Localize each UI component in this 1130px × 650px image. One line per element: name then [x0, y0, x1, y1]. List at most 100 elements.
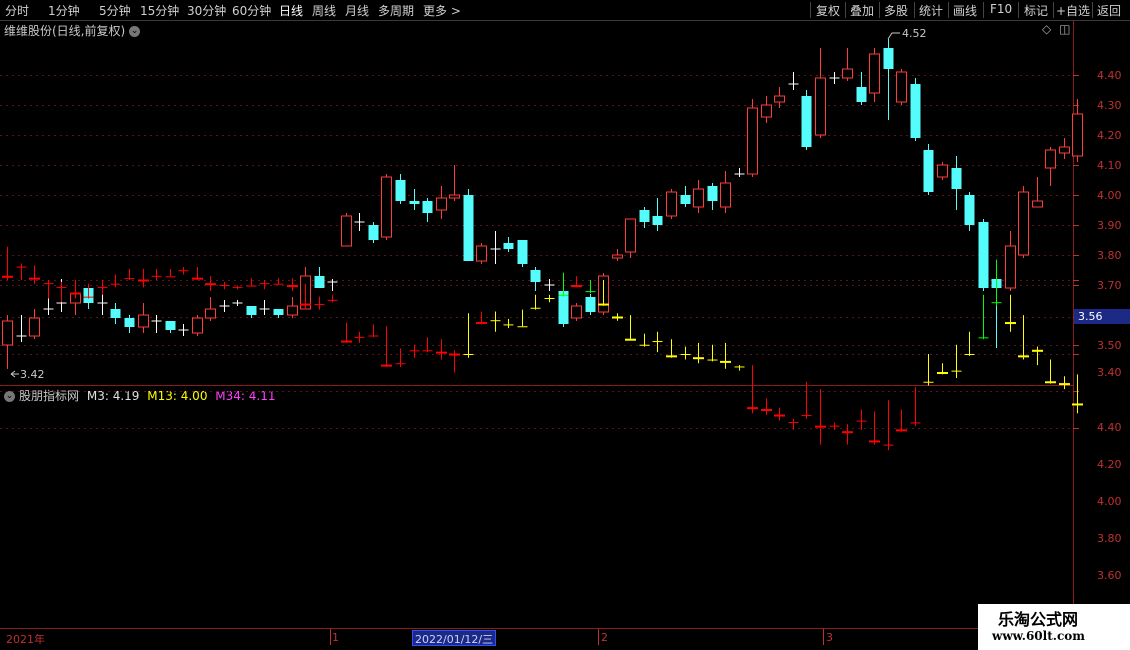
- indicator-body: [693, 357, 704, 360]
- candle-body: [815, 77, 826, 136]
- y-tick: 4.40: [1097, 69, 1122, 82]
- candle-body: [747, 107, 758, 175]
- y-tick: 3.90: [1097, 219, 1122, 232]
- candle-body: [246, 306, 257, 315]
- indicator-body: [937, 372, 948, 374]
- candle-body: [463, 195, 474, 261]
- y-tick: 3.80: [1097, 249, 1122, 262]
- y-tick: 3.70: [1097, 279, 1122, 292]
- y-tick: 4.30: [1097, 99, 1122, 112]
- candle-body: [1005, 245, 1016, 289]
- candle-body: [693, 188, 704, 208]
- candle-body: [896, 71, 907, 103]
- indicator-body: [910, 422, 921, 424]
- candle-body: [476, 245, 487, 262]
- watermark-title: 乐淘公式网: [998, 610, 1079, 629]
- kline-chart[interactable]: 4.52 3.42: [0, 0, 1130, 650]
- candle-body: [1032, 200, 1043, 208]
- indicator-body: [964, 354, 975, 355]
- indicator-body: [558, 294, 569, 296]
- indicator-body: [300, 303, 311, 306]
- candle-body: [381, 176, 392, 238]
- candle-body: [585, 297, 596, 312]
- indicator-body: [29, 277, 40, 280]
- y-tick: 3.80: [1097, 532, 1122, 545]
- candle-body: [571, 305, 582, 319]
- indicator-body: [1018, 355, 1029, 358]
- candle-body: [1018, 191, 1029, 256]
- candle-body: [165, 321, 176, 330]
- candle-body: [937, 164, 948, 178]
- indicator-body: [368, 335, 379, 337]
- candle-body: [1045, 149, 1056, 169]
- indicator-body: [530, 307, 541, 309]
- y-tick: 3.50: [1097, 339, 1122, 352]
- date-month-label: 2: [601, 631, 608, 644]
- candle-body: [869, 53, 880, 94]
- indicator-body: [1072, 403, 1083, 406]
- candle-body: [314, 276, 325, 288]
- date-year-label: 2021年: [6, 633, 45, 646]
- indicator-body: [2, 275, 13, 278]
- candle-body: [530, 270, 541, 282]
- candle-body: [205, 308, 216, 319]
- candle-body: [707, 186, 718, 201]
- indicator-body: [124, 278, 135, 280]
- indicator-body: [639, 344, 650, 346]
- indicator-body: [598, 303, 609, 306]
- candle-body: [2, 320, 13, 346]
- indicator-body: [341, 340, 352, 343]
- y-tick: 3.40: [1097, 366, 1122, 379]
- candle-body: [517, 240, 528, 264]
- candle-body: [842, 68, 853, 79]
- candle-body: [341, 215, 352, 247]
- candle-body: [720, 182, 731, 208]
- indicator-body: [571, 285, 582, 288]
- indicator-body: [652, 341, 663, 343]
- candle-body: [883, 48, 894, 69]
- candle-body: [923, 150, 934, 192]
- y-tick: 4.00: [1097, 189, 1122, 202]
- candle-body: [978, 222, 989, 288]
- indicator-body: [476, 322, 487, 325]
- current-price-marker: 3.56: [1074, 309, 1130, 324]
- candle-body: [422, 201, 433, 213]
- candle-body: [666, 191, 677, 217]
- indicator-body: [761, 409, 772, 411]
- indicator-body: [951, 370, 962, 372]
- candle-body: [192, 317, 203, 334]
- y-tick: 4.10: [1097, 159, 1122, 172]
- candle-body: [951, 168, 962, 189]
- indicator-body: [1045, 381, 1056, 384]
- indicator-body: [747, 407, 758, 410]
- low-marker-label: 3.42: [20, 368, 45, 381]
- indicator-body: [1005, 322, 1016, 325]
- indicator-body: [978, 337, 989, 339]
- indicator-body: [83, 296, 94, 298]
- watermark-url: www.60lt.com: [992, 629, 1085, 643]
- indicator-body: [395, 363, 406, 365]
- candle-body: [138, 314, 149, 328]
- indicator-body: [409, 350, 420, 352]
- indicator-body: [774, 414, 785, 417]
- indicator-body: [205, 283, 216, 286]
- candle-body: [774, 95, 785, 103]
- candle-body: [436, 197, 447, 211]
- candle-body: [910, 84, 921, 138]
- candle-body: [801, 96, 812, 147]
- candle-body: [625, 218, 636, 253]
- candle-body: [761, 104, 772, 118]
- date-month-label: 1: [332, 631, 339, 644]
- indicator-body: [165, 276, 176, 278]
- indicator-body: [463, 354, 474, 355]
- y-tick: 4.40: [1097, 421, 1122, 434]
- high-marker-line: [887, 32, 900, 40]
- indicator-body: [612, 316, 623, 319]
- y-tick: 4.20: [1097, 458, 1122, 471]
- candle-body: [395, 180, 406, 201]
- y-tick: 3.60: [1097, 569, 1122, 582]
- indicator-body: [666, 355, 677, 358]
- indicator-body: [70, 292, 81, 295]
- candle-body: [1059, 146, 1070, 154]
- y-tick: 4.20: [1097, 129, 1122, 142]
